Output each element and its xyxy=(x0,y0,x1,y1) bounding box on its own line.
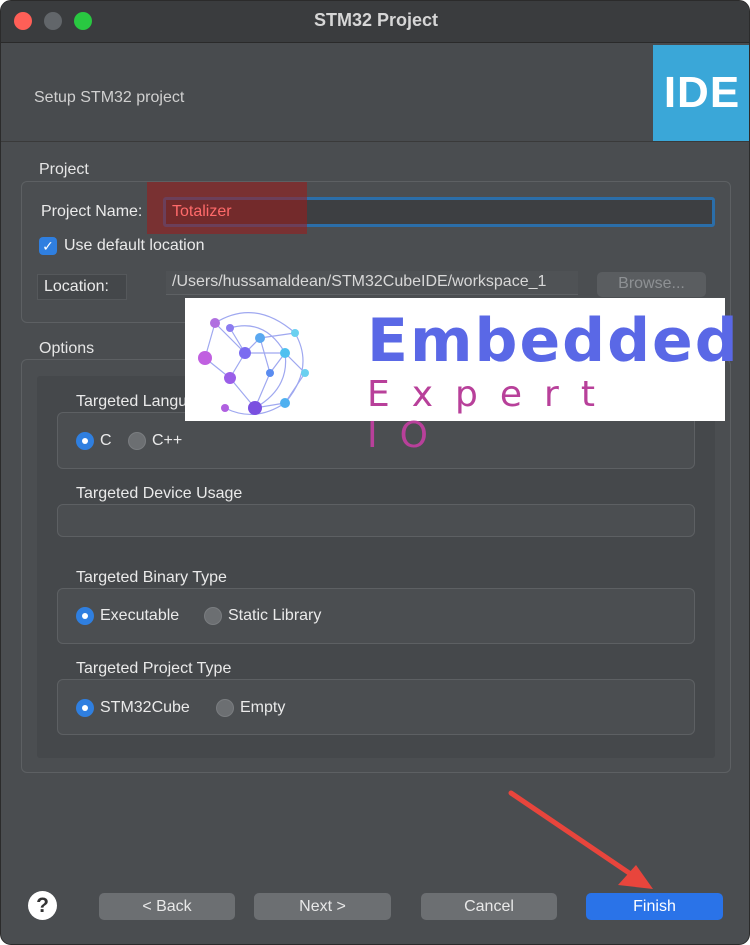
stm32-project-dialog: STM32 Project Setup STM32 project IDE Pr… xyxy=(0,0,750,945)
annotation-arrow-icon xyxy=(508,790,653,889)
